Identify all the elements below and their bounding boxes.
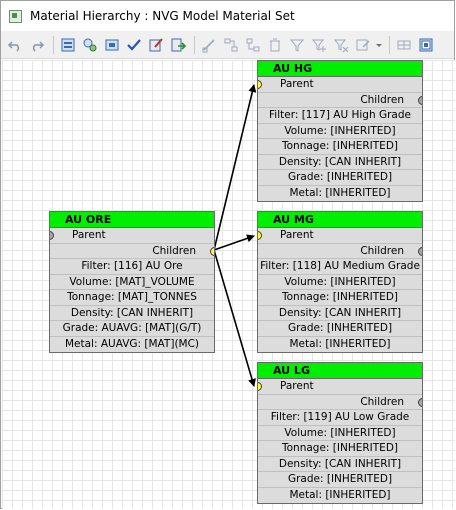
title-bar: Material Hierarchy : NVG Model Material …	[1, 1, 454, 31]
children-connector-icon[interactable]	[418, 95, 422, 105]
link-au-ore-to-au-mg	[213, 234, 255, 251]
link-au-ore-to-au-lg	[213, 249, 256, 387]
density-field[interactable]: Density: [CAN INHERIT]	[258, 456, 422, 472]
density-field[interactable]: Density: [CAN INHERIT]	[258, 305, 422, 321]
filter-field[interactable]: Filter: [116] AU Ore	[50, 259, 214, 275]
children-connector-icon[interactable]	[418, 246, 422, 256]
select-icon[interactable]	[199, 35, 219, 55]
parent-port-row[interactable]: Parent	[258, 379, 422, 395]
tonnage-field[interactable]: Tonnage: [MAT]_TONNES	[50, 290, 214, 306]
edit-icon[interactable]	[146, 35, 166, 55]
parent-label: Parent	[280, 78, 314, 90]
material-node-au-hg[interactable]: AU HG Parent Children Filter: [117] AU H…	[257, 60, 423, 202]
grade-field[interactable]: Grade: [INHERITED]	[258, 472, 422, 488]
tonnage-field[interactable]: Tonnage: [INHERITED]	[258, 441, 422, 457]
filter-edit-icon[interactable]	[353, 35, 373, 55]
children-port-row[interactable]: Children	[50, 243, 214, 259]
parent-label: Parent	[280, 229, 314, 241]
filter-add-icon[interactable]	[309, 35, 329, 55]
link-au-ore-to-au-hg	[213, 84, 257, 251]
grade-field[interactable]: Grade: AUAVG: [MAT](G/T)	[50, 321, 214, 337]
children-connector-icon[interactable]	[210, 246, 214, 256]
delete-icon[interactable]	[265, 35, 285, 55]
children-label: Children	[360, 395, 404, 408]
toolbar-separator	[389, 35, 390, 54]
children-port-row[interactable]: Children	[258, 92, 422, 108]
material-hierarchy-window: Material Hierarchy : NVG Model Material …	[0, 0, 455, 509]
children-port-row[interactable]: Children	[258, 394, 422, 410]
parent-port-row[interactable]: Parent	[258, 228, 422, 244]
volume-field[interactable]: Volume: [INHERITED]	[258, 274, 422, 290]
material-node-au-lg[interactable]: AU LG Parent Children Filter: [119] AU L…	[257, 362, 423, 504]
density-field[interactable]: Density: [CAN INHERIT]	[258, 154, 422, 170]
children-connector-icon[interactable]	[418, 397, 422, 407]
filter-field[interactable]: Filter: [118] AU Medium Grade	[258, 259, 422, 275]
parent-connector-icon[interactable]	[258, 382, 262, 391]
chevron-down-icon[interactable]	[375, 35, 383, 55]
node-title: AU MG	[258, 212, 422, 228]
tonnage-field[interactable]: Tonnage: [INHERITED]	[258, 139, 422, 155]
window-title: Material Hierarchy : NVG Model Material …	[30, 9, 295, 23]
toolbar-separator	[53, 35, 54, 54]
toolbar	[1, 31, 454, 59]
node-title: AU HG	[258, 61, 422, 77]
parent-label: Parent	[280, 380, 314, 392]
volume-field[interactable]: Volume: [MAT]_VOLUME	[50, 274, 214, 290]
refresh-icon[interactable]	[80, 35, 100, 55]
filter-icon[interactable]	[287, 35, 307, 55]
metal-field[interactable]: Metal: [INHERITED]	[258, 185, 422, 201]
app-icon	[9, 9, 22, 23]
export-icon[interactable]	[168, 35, 188, 55]
parent-connector-icon[interactable]	[258, 80, 262, 89]
properties-icon[interactable]	[58, 35, 78, 55]
metal-field[interactable]: Metal: [INHERITED]	[258, 336, 422, 352]
volume-field[interactable]: Volume: [INHERITED]	[258, 425, 422, 441]
grid-icon[interactable]	[394, 35, 414, 55]
parent-port-row[interactable]: Parent	[258, 77, 422, 93]
check-icon[interactable]	[124, 35, 144, 55]
parent-connector-icon[interactable]	[50, 231, 54, 240]
hierarchy-canvas[interactable]: AU ORE Parent Children Filter: [116] AU …	[2, 60, 455, 509]
children-label: Children	[152, 244, 196, 257]
material-node-au-mg[interactable]: AU MG Parent Children Filter: [118] AU M…	[257, 211, 423, 353]
material-node-au-ore[interactable]: AU ORE Parent Children Filter: [116] AU …	[49, 211, 215, 353]
filter-field[interactable]: Filter: [119] AU Low Grade	[258, 410, 422, 426]
toolbar-separator	[194, 35, 195, 54]
zoom-icon[interactable]	[416, 35, 436, 55]
node-title: AU ORE	[50, 212, 214, 228]
disconnect-icon[interactable]	[243, 35, 263, 55]
parent-port-row[interactable]: Parent	[50, 228, 214, 244]
density-field[interactable]: Density: [CAN INHERIT]	[50, 305, 214, 321]
undo-icon[interactable]	[5, 35, 25, 55]
metal-field[interactable]: Metal: AUAVG: [MAT](MC)	[50, 336, 214, 352]
grade-field[interactable]: Grade: [INHERITED]	[258, 170, 422, 186]
metal-field[interactable]: Metal: [INHERITED]	[258, 487, 422, 503]
filter-field[interactable]: Filter: [117] AU High Grade	[258, 108, 422, 124]
volume-field[interactable]: Volume: [INHERITED]	[258, 123, 422, 139]
grade-field[interactable]: Grade: [INHERITED]	[258, 321, 422, 337]
parent-label: Parent	[72, 229, 106, 241]
filter-remove-icon[interactable]	[331, 35, 351, 55]
tonnage-field[interactable]: Tonnage: [INHERITED]	[258, 290, 422, 306]
layout-icon[interactable]	[102, 35, 122, 55]
children-label: Children	[360, 93, 404, 106]
children-port-row[interactable]: Children	[258, 243, 422, 259]
node-title: AU LG	[258, 363, 422, 379]
parent-connector-icon[interactable]	[258, 231, 262, 240]
children-label: Children	[360, 244, 404, 257]
connect-icon[interactable]	[221, 35, 241, 55]
redo-icon[interactable]	[27, 35, 47, 55]
